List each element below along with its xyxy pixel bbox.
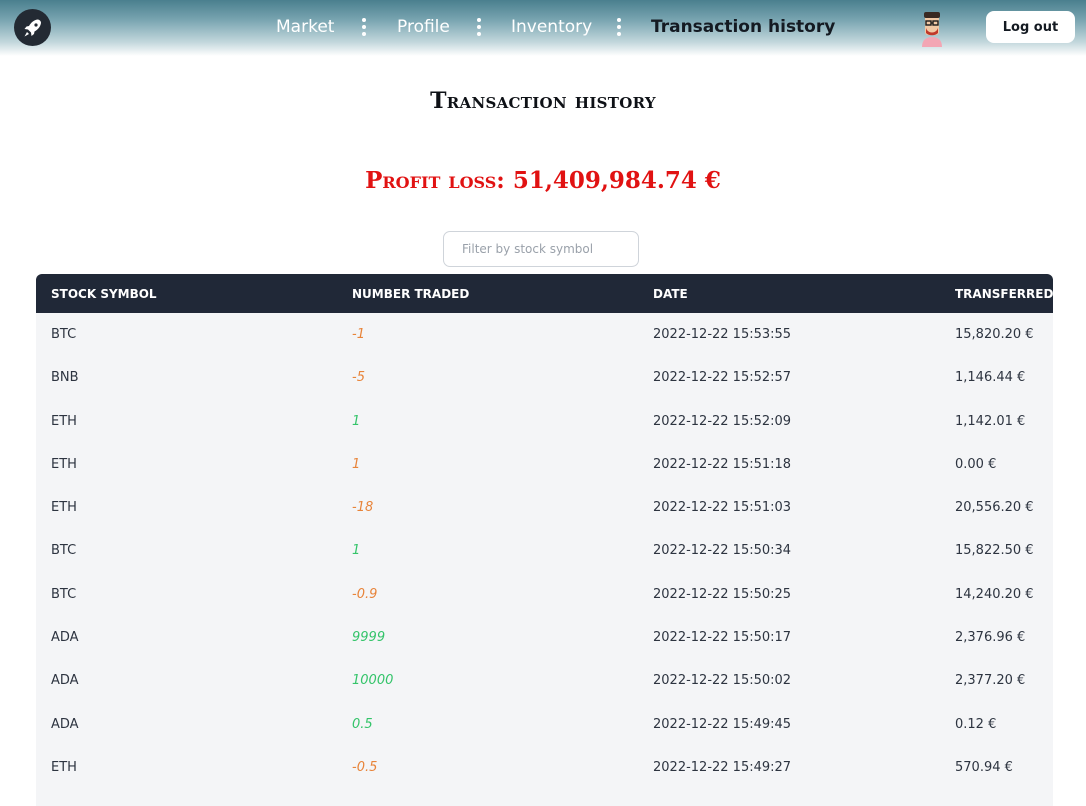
cell-number-traded: 1 <box>352 413 361 429</box>
cell-date: 2022-12-22 15:51:18 <box>653 456 792 472</box>
nav-profile[interactable]: Profile <box>397 16 450 38</box>
cell-date: 2022-12-22 15:49:27 <box>653 759 792 775</box>
cell-date: 2022-12-22 15:49:45 <box>653 716 792 732</box>
table-row[interactable]: BNB -5 2022-12-22 15:52:57 1,146.44 € <box>36 356 1053 399</box>
cell-transferred: 20,556.20 € <box>955 500 1034 516</box>
profit-loss-label: Profit loss: <box>365 167 505 194</box>
header-stock-symbol[interactable]: Stock symbol <box>51 287 157 301</box>
cell-number-traded: 10000 <box>352 673 394 689</box>
header-number-traded[interactable]: Number traded <box>352 287 469 301</box>
cell-date: 2022-12-22 15:52:09 <box>653 413 792 429</box>
stock-symbol-filter-input[interactable] <box>443 231 639 267</box>
cell-transferred: 570.94 € <box>955 759 1013 775</box>
table-row[interactable]: BTC -0.9 2022-12-22 15:50:25 14,240.20 € <box>36 573 1053 616</box>
cell-transferred: 15,820.20 € <box>955 327 1034 342</box>
cell-date: 2022-12-22 15:51:03 <box>653 500 792 516</box>
cell-stock-symbol: ETH <box>51 413 77 429</box>
cell-stock-symbol: ADA <box>51 630 79 646</box>
cell-date: 2022-12-22 15:50:25 <box>653 586 792 602</box>
cell-stock-symbol: BTC <box>51 327 77 342</box>
profit-loss-summary: Profit loss: 51,409,984.74 € <box>0 167 1086 194</box>
cell-transferred: 1,146.44 € <box>955 370 1026 386</box>
header-transferred[interactable]: Transferred <box>955 287 1053 301</box>
nav-transaction-history[interactable]: Transaction history <box>651 16 835 38</box>
nav-separator-dots-icon <box>617 18 621 36</box>
table-row[interactable]: ADA 10000 2022-12-22 15:50:02 2,377.20 € <box>36 659 1053 702</box>
cell-number-traded: -5 <box>352 370 365 386</box>
cell-stock-symbol: BTC <box>51 586 77 602</box>
cell-stock-symbol: ETH <box>51 456 77 472</box>
top-navbar: Market Profile Inventory Transaction his… <box>0 0 1086 56</box>
cell-stock-symbol: ADA <box>51 673 79 689</box>
table-row[interactable]: ETH -18 2022-12-22 15:51:03 20,556.20 € <box>36 486 1053 529</box>
nav-market[interactable]: Market <box>276 16 334 38</box>
cell-date: 2022-12-22 15:50:02 <box>653 673 792 689</box>
cell-number-traded: -18 <box>352 500 374 516</box>
nav-inventory[interactable]: Inventory <box>511 16 592 38</box>
cell-date: 2022-12-22 15:50:17 <box>653 630 792 646</box>
page-title: Transaction history <box>430 88 656 114</box>
table-row[interactable]: ETH 1 2022-12-22 15:52:09 1,142.01 € <box>36 400 1053 443</box>
cell-date: 2022-12-22 15:52:57 <box>653 370 792 386</box>
transaction-table: Stock symbol Number traded Date Transfer… <box>36 274 1053 806</box>
cell-number-traded: 0.5 <box>352 716 373 732</box>
table-row[interactable]: ETH 1 2022-12-22 15:51:18 0.00 € <box>36 443 1053 486</box>
cell-stock-symbol: BNB <box>51 370 79 386</box>
nav-separator-dots-icon <box>477 18 481 36</box>
nav-separator-dots-icon <box>362 18 366 36</box>
cell-number-traded: 9999 <box>352 630 386 646</box>
table-row[interactable]: ADA 0.5 2022-12-22 15:49:45 0.12 € <box>36 703 1053 746</box>
cell-number-traded: -0.5 <box>352 759 378 775</box>
table-header-row: Stock symbol Number traded Date Transfer… <box>36 274 1053 313</box>
table-body: BTC -1 2022-12-22 15:53:55 15,820.20 € BNB -5… <box>36 313 1053 789</box>
cell-number-traded: 1 <box>352 543 361 559</box>
table-row[interactable]: ADA 9999 2022-12-22 15:50:17 2,376.96 € <box>36 616 1053 659</box>
table-row[interactable]: BTC -1 2022-12-22 15:53:55 15,820.20 € <box>36 313 1053 356</box>
cell-transferred: 2,376.96 € <box>955 630 1026 646</box>
cell-date: 2022-12-22 15:53:55 <box>653 327 792 342</box>
cell-transferred: 0.12 € <box>955 716 997 732</box>
cell-stock-symbol: ETH <box>51 500 77 516</box>
rocket-logo-icon[interactable] <box>14 9 51 46</box>
cell-number-traded: -0.9 <box>352 586 378 602</box>
profit-loss-value: 51,409,984.74 € <box>512 167 721 194</box>
cell-transferred: 14,240.20 € <box>955 586 1034 602</box>
cell-date: 2022-12-22 15:50:34 <box>653 543 792 559</box>
table-row[interactable]: ETH -0.5 2022-12-22 15:49:27 570.94 € <box>36 746 1053 789</box>
cell-stock-symbol: ETH <box>51 759 77 775</box>
cell-stock-symbol: BTC <box>51 543 77 559</box>
cell-transferred: 15,822.50 € <box>955 543 1034 559</box>
avatar-icon[interactable] <box>914 9 950 49</box>
table-row[interactable]: BTC 1 2022-12-22 15:50:34 15,822.50 € <box>36 529 1053 572</box>
cell-number-traded: 1 <box>352 456 361 472</box>
logout-button[interactable]: Log out <box>986 11 1075 43</box>
cell-transferred: 2,377.20 € <box>955 673 1026 689</box>
cell-transferred: 1,142.01 € <box>955 413 1026 429</box>
cell-number-traded: -1 <box>352 327 365 342</box>
cell-transferred: 0.00 € <box>955 456 997 472</box>
cell-stock-symbol: ADA <box>51 716 79 732</box>
header-date[interactable]: Date <box>653 287 688 301</box>
